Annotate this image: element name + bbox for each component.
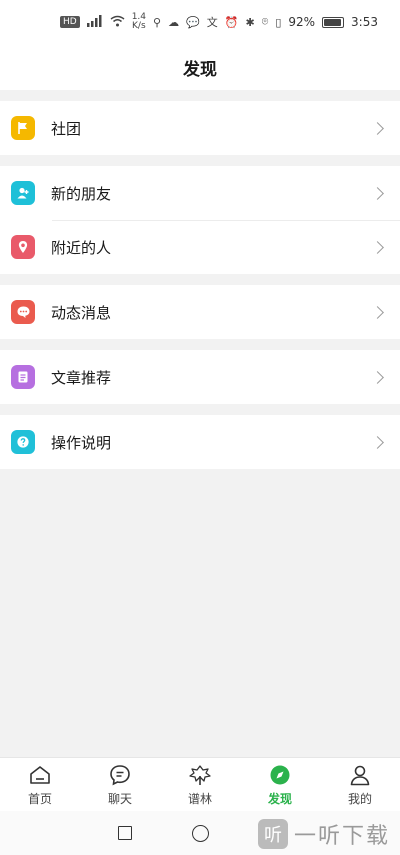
compass-icon bbox=[268, 763, 292, 787]
tab-label: 发现 bbox=[267, 791, 292, 806]
home-icon bbox=[28, 763, 52, 787]
watermark-text: 一听下载 bbox=[293, 824, 390, 849]
location-icon: ⌾ bbox=[261, 15, 269, 28]
wifi-icon bbox=[110, 15, 125, 30]
add-friend-icon bbox=[11, 181, 35, 205]
battery-icon bbox=[322, 16, 345, 28]
app-notification-icon: ☁ bbox=[168, 15, 180, 29]
menu-group-articles: 文章推荐 bbox=[0, 350, 400, 404]
profile-icon bbox=[348, 763, 372, 787]
menu-item-label: 新的朋友 bbox=[51, 184, 112, 203]
chat-icon bbox=[108, 763, 132, 787]
help-icon bbox=[11, 430, 35, 454]
menu-group-friends: 新的朋友 附近的人 bbox=[0, 166, 400, 274]
tab-profile[interactable]: 我的 bbox=[320, 758, 400, 811]
divider bbox=[52, 220, 400, 221]
recent-apps-button[interactable] bbox=[117, 826, 132, 840]
signal-icon bbox=[86, 14, 103, 30]
bottom-tab-bar: 首页 聊天 谱林 发现 我的 bbox=[0, 757, 400, 811]
tree-icon bbox=[188, 763, 212, 787]
usb-icon: ⚲ bbox=[153, 15, 162, 29]
title-bar: 发现 bbox=[0, 44, 400, 90]
menu-item-articles[interactable]: 文章推荐 bbox=[0, 350, 400, 404]
bluetooth-icon: ✱ bbox=[245, 15, 255, 29]
chevron-right-icon bbox=[371, 435, 384, 449]
status-bar: HD 1.4 K/s ⚲ ☁ 💬 文 ⏰ ✱ ⌾ ▯ 92% 3:53 bbox=[0, 0, 400, 44]
tab-chat[interactable]: 聊天 bbox=[80, 758, 160, 811]
menu-item-label: 动态消息 bbox=[51, 303, 112, 322]
menu-group-help: 操作说明 bbox=[0, 415, 400, 469]
location-pin-icon bbox=[11, 235, 35, 259]
menu-item-club[interactable]: 社团 bbox=[0, 101, 400, 155]
article-icon bbox=[11, 365, 35, 389]
home-button[interactable] bbox=[191, 824, 209, 842]
chevron-right-icon bbox=[371, 240, 384, 254]
menu-item-nearby-people[interactable]: 附近的人 bbox=[0, 220, 400, 274]
battery-percent: 92% bbox=[288, 15, 316, 29]
page-title: 发现 bbox=[183, 59, 217, 80]
tab-label: 聊天 bbox=[107, 791, 132, 806]
menu-group-club: 社团 bbox=[0, 101, 400, 155]
hd-badge: HD bbox=[59, 16, 80, 28]
vibrate-icon: ▯ bbox=[275, 15, 282, 29]
chevron-right-icon bbox=[371, 121, 384, 135]
menu-item-label: 社团 bbox=[51, 119, 82, 138]
tab-home[interactable]: 首页 bbox=[0, 758, 80, 811]
wechat-icon: 💬 bbox=[186, 15, 200, 29]
tab-discover[interactable]: 发现 bbox=[240, 758, 320, 811]
translate-icon: 文 bbox=[206, 16, 218, 29]
alarm-icon: ⏰ bbox=[224, 15, 239, 29]
watermark: 听 一听下载 bbox=[257, 818, 390, 850]
menu-item-label: 操作说明 bbox=[51, 433, 112, 452]
chevron-right-icon bbox=[371, 305, 384, 319]
menu-item-label: 附近的人 bbox=[51, 238, 112, 257]
chevron-right-icon bbox=[371, 186, 384, 200]
tab-label: 我的 bbox=[347, 791, 372, 806]
chat-bubble-icon bbox=[11, 300, 35, 324]
tab-label: 首页 bbox=[27, 791, 52, 806]
menu-group-feed: 动态消息 bbox=[0, 285, 400, 339]
menu-item-new-friends[interactable]: 新的朋友 bbox=[0, 166, 400, 220]
tab-label: 谱林 bbox=[187, 791, 212, 806]
menu-item-feed[interactable]: 动态消息 bbox=[0, 285, 400, 339]
flag-icon bbox=[11, 116, 35, 140]
chevron-right-icon bbox=[371, 370, 384, 384]
menu-item-label: 文章推荐 bbox=[51, 368, 112, 387]
tab-tree[interactable]: 谱林 bbox=[160, 758, 240, 811]
clock: 3:53 bbox=[351, 15, 378, 29]
menu-item-help[interactable]: 操作说明 bbox=[0, 415, 400, 469]
watermark-logo-icon: 听 bbox=[257, 819, 288, 849]
network-speed: 1.4 K/s bbox=[131, 12, 147, 31]
